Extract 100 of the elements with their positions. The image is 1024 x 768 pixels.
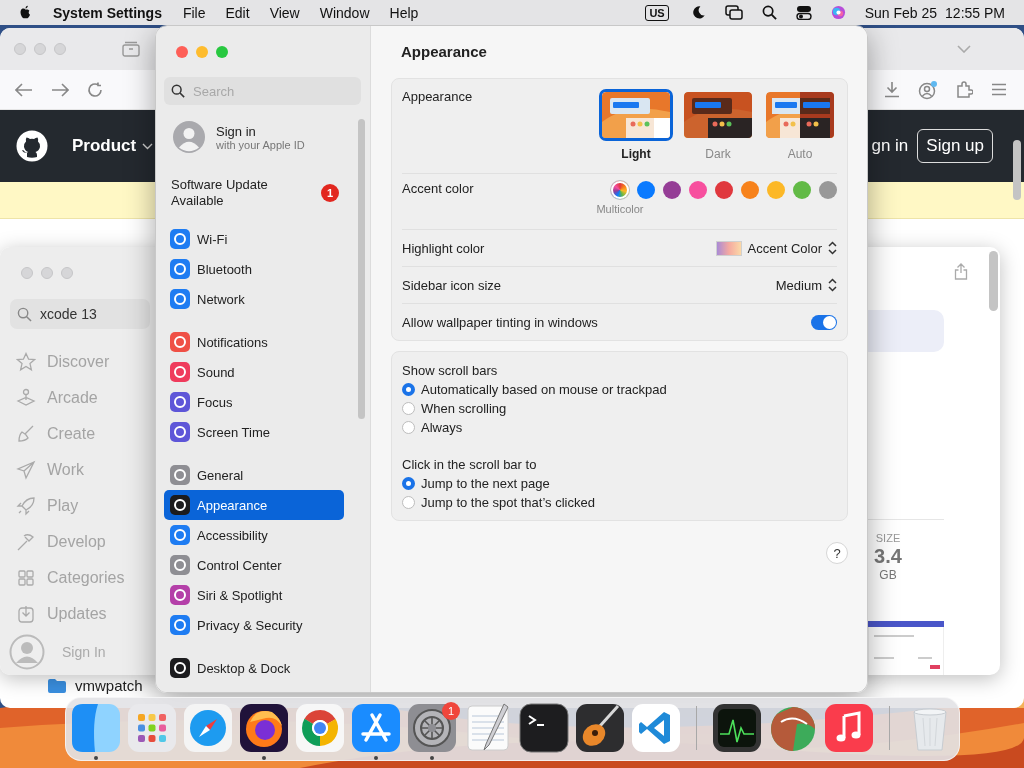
sidebar-item[interactable]: Siri & Spotlight — [164, 580, 344, 610]
close-button[interactable] — [176, 45, 188, 58]
radio-indicator[interactable] — [402, 477, 415, 490]
sidebar-item[interactable]: Desktop & Dock — [164, 653, 344, 683]
menu-icon[interactable] — [991, 83, 1007, 96]
search-icon — [17, 306, 32, 322]
up-down-chevron-icon — [828, 278, 837, 292]
split-square-icon[interactable] — [70, 702, 122, 754]
sidebar-item[interactable]: Control Center — [164, 550, 344, 580]
scrollbar[interactable] — [1013, 140, 1021, 200]
menu-bar-time[interactable]: 12:55 PM — [945, 4, 1005, 21]
gear-icon[interactable] — [406, 702, 458, 754]
scrollbar[interactable] — [989, 251, 998, 311]
accent-color-swatch[interactable] — [637, 181, 655, 199]
sidebar-item[interactable]: Network — [164, 284, 344, 314]
notification-badge: 1 — [442, 702, 460, 720]
appearance-option[interactable]: Light — [599, 89, 673, 161]
help-button[interactable]: ? — [826, 542, 848, 564]
popup-button[interactable]: Accent Color — [715, 240, 837, 256]
setting-label: Appearance — [402, 89, 473, 104]
software-update-item[interactable]: Software Update Available 1 — [164, 175, 361, 211]
back-icon[interactable] — [15, 82, 33, 97]
radio-indicator[interactable] — [402, 496, 415, 509]
tricolor-ring-icon[interactable] — [294, 702, 346, 754]
search-field[interactable]: xcode 13 — [10, 299, 150, 329]
scrollbar[interactable] — [358, 119, 365, 419]
orb-icon[interactable] — [830, 5, 846, 20]
menu-item[interactable]: View — [269, 4, 300, 21]
radio-option[interactable]: Jump to the next page — [402, 474, 550, 493]
search-icon — [171, 84, 185, 98]
sidebar-item[interactable]: Accessibility — [164, 520, 344, 550]
menu-bar-date[interactable]: Sun Feb 25 — [864, 4, 938, 21]
overlapping-windows-icon[interactable] — [724, 5, 743, 20]
zoom-button[interactable] — [216, 45, 228, 58]
hammer-icon — [16, 532, 36, 552]
accent-color-swatch[interactable] — [663, 181, 681, 199]
accent-color-swatch[interactable] — [689, 181, 707, 199]
accent-color-swatch[interactable] — [819, 181, 837, 199]
forward-icon[interactable] — [51, 82, 69, 97]
a-shape-icon[interactable] — [350, 702, 402, 754]
guitar-icon[interactable] — [574, 702, 626, 754]
radio-indicator[interactable] — [402, 383, 415, 396]
popup-button[interactable]: Medium — [775, 277, 837, 293]
grid-icon — [16, 568, 36, 588]
rocket-icon — [16, 496, 36, 516]
sidebar-item[interactable]: Sound — [164, 357, 344, 387]
share-icon[interactable] — [954, 263, 968, 280]
apple-logo-icon[interactable] — [18, 4, 33, 21]
logo-icon[interactable] — [16, 130, 48, 162]
music-note-icon[interactable] — [823, 702, 875, 754]
radio-option[interactable]: Always — [402, 418, 463, 437]
setting-label: Allow wallpaper tinting in windows — [402, 314, 598, 330]
app-menu[interactable]: System Settings — [53, 4, 162, 21]
radio-option[interactable]: Jump to the spot that’s clicked — [402, 493, 595, 512]
heart-rate-monitor-icon[interactable] — [711, 702, 763, 754]
menu-item[interactable]: Help — [389, 4, 419, 21]
menu-item[interactable]: File — [182, 4, 206, 21]
toggle-switch[interactable] — [811, 314, 837, 330]
moon-icon[interactable] — [690, 5, 706, 20]
radio-indicator[interactable] — [402, 421, 415, 434]
folded-ribbon-icon[interactable] — [630, 702, 682, 754]
size-unit: GB — [879, 568, 897, 582]
sidebar-item[interactable]: Focus — [164, 387, 344, 417]
tab-overview-icon[interactable] — [122, 41, 140, 57]
radio-option[interactable]: Automatically based on mouse or trackpad — [402, 380, 667, 399]
search-icon[interactable] — [761, 5, 777, 20]
sidebar-item[interactable]: Notifications — [164, 327, 344, 357]
sidebar-item[interactable]: Wi-Fi — [164, 224, 344, 254]
menu-item[interactable]: Window — [319, 4, 370, 21]
accent-color-swatch[interactable] — [793, 181, 811, 199]
menu-item[interactable]: Edit — [225, 4, 250, 21]
toggles-icon[interactable] — [795, 5, 812, 20]
sidebar-item[interactable]: Privacy & Security — [164, 610, 344, 640]
input-source-indicator[interactable]: US — [645, 4, 669, 21]
terminal-icon[interactable] — [518, 702, 570, 754]
sidebar-item[interactable]: Screen Time — [164, 417, 344, 447]
accent-color-swatch[interactable] — [767, 181, 785, 199]
avatar-icon — [9, 634, 45, 670]
chevron-down-icon[interactable] — [957, 45, 971, 53]
sign-up-button[interactable]: Sign up — [917, 129, 993, 163]
sidebar-item[interactable]: Appearance — [164, 490, 344, 520]
puzzle-piece-icon[interactable] — [956, 81, 973, 98]
joystick-icon — [16, 388, 36, 408]
flame-globe-icon[interactable] — [238, 702, 290, 754]
page-title: Appearance — [400, 42, 488, 62]
account-item[interactable]: Sign in with your Apple ID — [164, 117, 361, 157]
radio-indicator[interactable] — [402, 402, 415, 415]
setting-label: Highlight color — [402, 240, 485, 256]
sign-in-link[interactable]: gn in — [871, 136, 909, 156]
nav-link[interactable]: Product — [72, 136, 154, 156]
file-name[interactable]: vmwpatch — [75, 677, 143, 694]
account-icon[interactable] — [918, 79, 938, 100]
accent-color-swatch[interactable] — [741, 181, 759, 199]
accent-color-swatch[interactable] — [715, 181, 733, 199]
radio-option[interactable]: When scrolling — [402, 399, 507, 418]
sidebar-item[interactable]: Bluetooth — [164, 254, 344, 284]
download-icon[interactable] — [884, 81, 900, 98]
multicolor-swatch[interactable] — [611, 181, 629, 199]
reload-icon[interactable] — [87, 81, 103, 98]
sidebar-item[interactable]: General — [164, 460, 344, 490]
